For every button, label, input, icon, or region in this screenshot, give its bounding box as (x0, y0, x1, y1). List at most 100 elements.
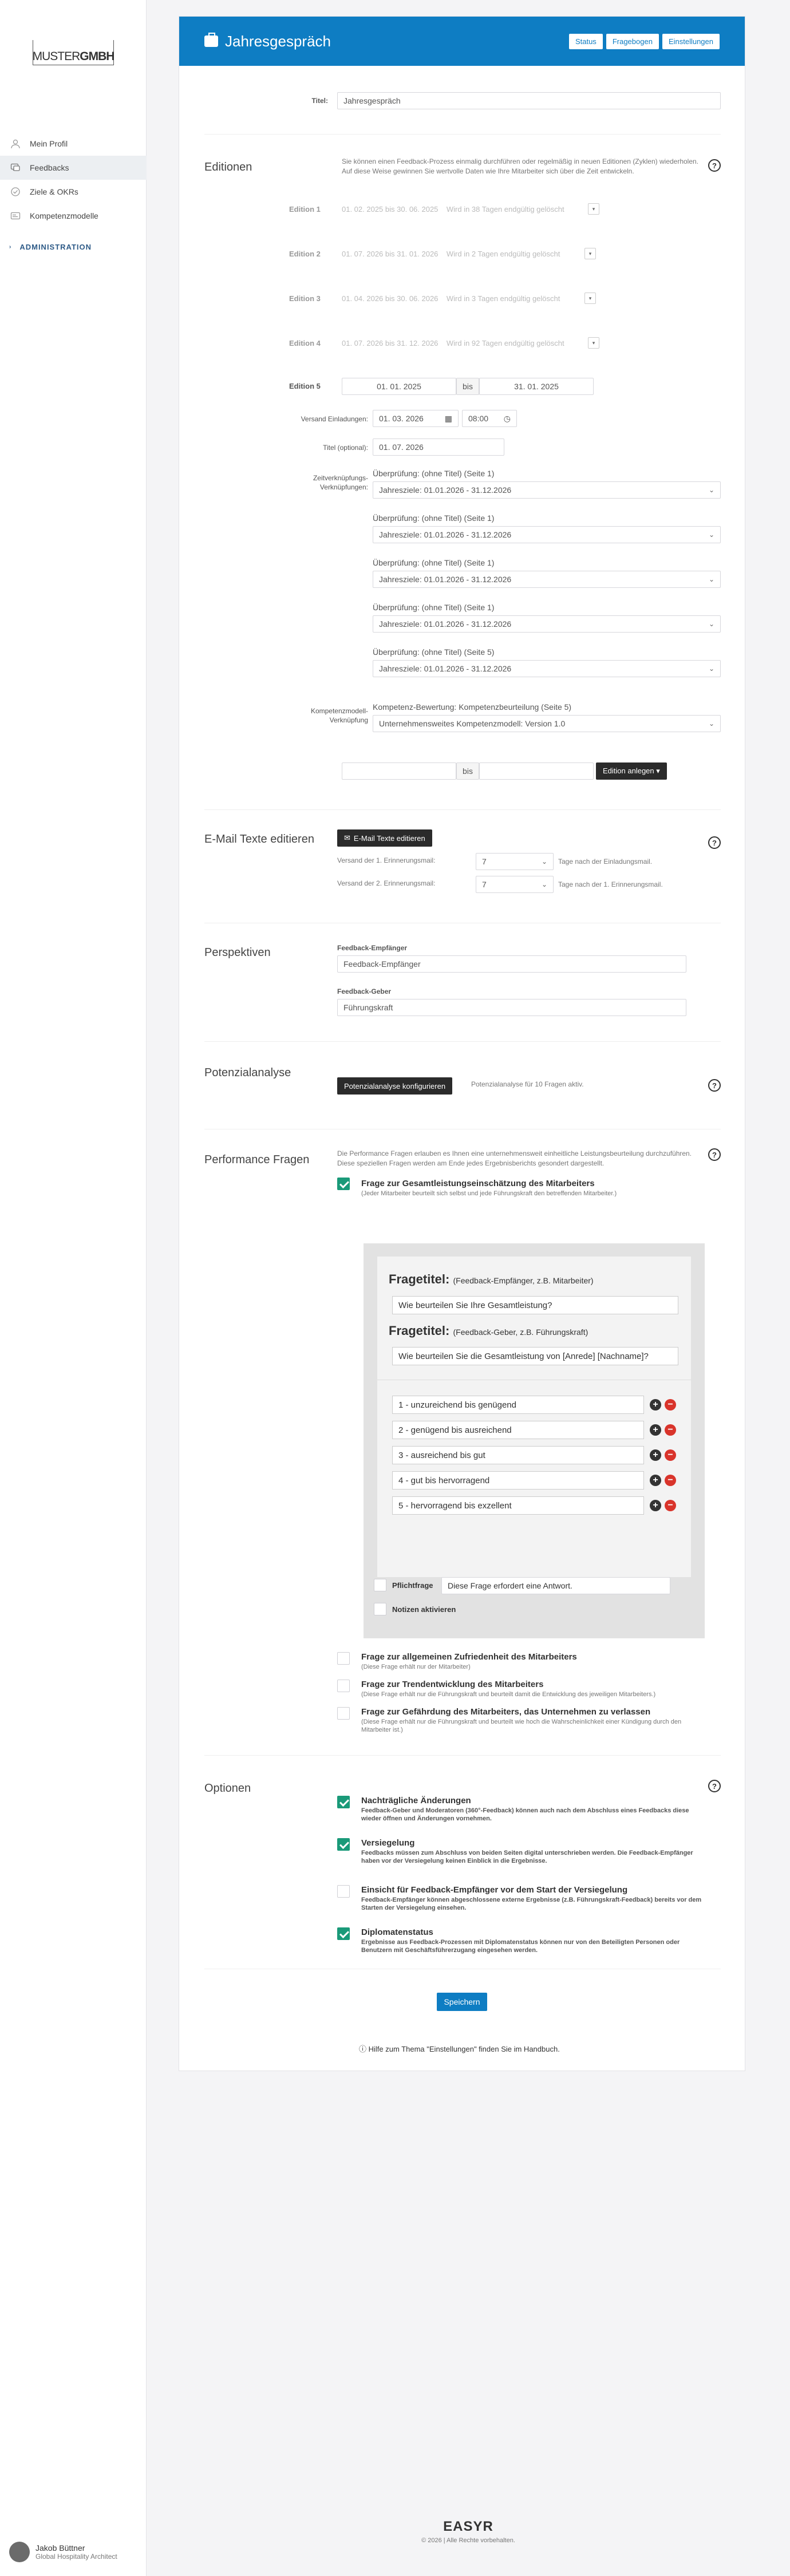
new-edition-from-input[interactable] (342, 762, 456, 780)
new-edition-to-input[interactable] (479, 762, 594, 780)
clock-icon[interactable]: ◷ (504, 414, 511, 424)
edition-to-input[interactable]: 31. 01. 2025 (479, 378, 594, 395)
link-select[interactable]: Jahresziele: 01.01.2026 - 31.12.2026 ⌄ (373, 526, 721, 543)
plus-icon[interactable]: + (650, 1449, 661, 1461)
notizen-checkbox[interactable] (374, 1603, 386, 1615)
nav-label: Mein Profil (30, 139, 68, 148)
plus-icon[interactable]: + (650, 1424, 661, 1436)
nav-item-profil[interactable]: Mein Profil (0, 132, 147, 156)
plus-icon[interactable]: + (650, 1399, 661, 1411)
pflicht-input[interactable]: Diese Frage erfordert eine Antwort. (441, 1577, 670, 1594)
versand-date-input[interactable]: 01. 03. 2026 ▦ (373, 410, 459, 427)
user-role: Global Hospitality Architect (35, 2553, 117, 2561)
empfaenger-input[interactable]: Feedback-Empfänger (337, 955, 686, 973)
nav-item-feedbacks[interactable]: Feedbacks (0, 156, 147, 180)
minus-icon[interactable]: − (665, 1449, 676, 1461)
fragetitel-1-sub: (Feedback-Empfänger, z.B. Mitarbeiter) (453, 1276, 594, 1285)
nav-label: Kompetenzmodelle (30, 211, 98, 220)
edition-menu-button[interactable]: ▾ (584, 248, 596, 259)
fragebogen-button[interactable]: Fragebogen (606, 33, 659, 49)
save-button[interactable]: Speichern (437, 1993, 487, 2011)
status-button[interactable]: Status (568, 33, 603, 49)
fragetitel-1-input[interactable]: Wie beurteilen Sie Ihre Gesamtleistung? (392, 1296, 678, 1314)
nav-item-kompetenz[interactable]: Kompetenzmodelle (0, 204, 147, 228)
titel-input[interactable]: Jahresgespräch (337, 92, 721, 109)
divider (204, 1755, 721, 1756)
link-label: Überprüfung: (ohne Titel) (Seite 5) (373, 647, 495, 657)
nav-admin-toggle[interactable]: › ADMINISTRATION (0, 235, 147, 259)
notizen-label: Notizen aktivieren (392, 1605, 456, 1614)
email-title: E-Mail Texte editieren (204, 833, 314, 846)
q3-checkbox[interactable] (337, 1680, 350, 1692)
link-select[interactable]: Jahresziele: 01.01.2026 - 31.12.2026 ⌄ (373, 615, 721, 633)
option-checkbox-diplomat[interactable] (337, 1927, 350, 1940)
email-edit-button[interactable]: ✉ E-Mail Texte editieren (337, 829, 432, 847)
kompetenz-select[interactable]: Unternehmensweites Kompetenzmodell: Vers… (373, 715, 721, 732)
edition-text: 01. 02. 2025 bis 30. 06. 2025 Wird in 38… (342, 205, 564, 214)
option-checkbox-einsicht[interactable] (337, 1885, 350, 1898)
footer-logo: EASYR (443, 2519, 493, 2534)
versand-time-input[interactable]: 08:00 ◷ (462, 410, 517, 427)
minus-icon[interactable]: − (665, 1475, 676, 1486)
link-value: Jahresziele: 01.01.2026 - 31.12.2026 (379, 530, 512, 539)
reminder-select[interactable]: 7 ⌄ (476, 876, 554, 893)
option-checkbox-versiegelung[interactable] (337, 1838, 350, 1851)
q2-checkbox[interactable] (337, 1652, 350, 1665)
minus-icon[interactable]: − (665, 1500, 676, 1511)
edition-menu-button[interactable]: ▾ (588, 203, 599, 215)
user-name: Jakob Büttner (35, 2543, 85, 2553)
q1-checkbox[interactable] (337, 1178, 350, 1190)
answer-option[interactable]: 1 - unzureichend bis genügend (392, 1396, 644, 1414)
briefcase-icon (204, 33, 218, 47)
link-value: Jahresziele: 01.01.2026 - 31.12.2026 (379, 485, 512, 495)
minus-icon[interactable]: − (665, 1424, 676, 1436)
optionen-title: Optionen (204, 1782, 251, 1795)
company-logo[interactable]: MUSTERGMBH (33, 40, 114, 65)
answer-option[interactable]: 5 - hervorragend bis exzellent (392, 1496, 644, 1515)
answer-option[interactable]: 4 - gut bis hervorragend (392, 1471, 644, 1490)
geber-input[interactable]: Führungskraft (337, 999, 686, 1016)
help-text-label: Hilfe zum Thema "Einstellungen" finden S… (368, 2045, 560, 2053)
answer-option[interactable]: 2 - genügend bis ausreichend (392, 1421, 644, 1439)
nav-label: Feedbacks (30, 163, 69, 172)
chevron-down-icon: ⌄ (541, 858, 547, 866)
option-checkbox-nachtraeglich[interactable] (337, 1796, 350, 1808)
fragetitel-2-label: Fragetitel: (Feedback-Geber, z.B. Führun… (389, 1323, 588, 1338)
id-card-icon (9, 210, 22, 222)
chevron-down-icon: ⌄ (541, 880, 547, 888)
einstellungen-button[interactable]: Einstellungen (662, 33, 720, 49)
fragetitel-2-input[interactable]: Wie beurteilen Sie die Gesamtleistung vo… (392, 1347, 678, 1365)
edition-menu-button[interactable]: ▾ (588, 337, 599, 349)
help-icon[interactable]: ? (708, 836, 721, 849)
titel-optional-input[interactable]: 01. 07. 2026 (373, 438, 504, 456)
plus-icon[interactable]: + (650, 1475, 661, 1486)
geber-label: Feedback-Geber (337, 987, 392, 995)
link-select[interactable]: Jahresziele: 01.01.2026 - 31.12.2026 ⌄ (373, 481, 721, 499)
edition-anlegen-button[interactable]: Edition anlegen ▾ (596, 762, 667, 780)
pflicht-checkbox[interactable] (374, 1579, 386, 1591)
link-value: Jahresziele: 01.01.2026 - 31.12.2026 (379, 575, 512, 584)
link-select[interactable]: Jahresziele: 01.01.2026 - 31.12.2026 ⌄ (373, 571, 721, 588)
answer-option[interactable]: 3 - ausreichend bis gut (392, 1446, 644, 1464)
minus-icon[interactable]: − (665, 1399, 676, 1411)
calendar-icon[interactable]: ▦ (445, 414, 452, 424)
question-panel-inner: Fragetitel: (Feedback-Empfänger, z.B. Mi… (377, 1257, 691, 1577)
admin-label: ADMINISTRATION (19, 242, 92, 251)
edition-from-input[interactable]: 01. 01. 2025 (342, 378, 456, 395)
link-select[interactable]: Jahresziele: 01.01.2026 - 31.12.2026 ⌄ (373, 660, 721, 677)
help-icon[interactable]: ? (708, 1148, 721, 1161)
help-icon[interactable]: ? (708, 159, 721, 172)
plus-icon[interactable]: + (650, 1500, 661, 1511)
potenzial-button[interactable]: Potenzialanalyse konfigurieren (337, 1077, 453, 1095)
q4-checkbox[interactable] (337, 1707, 350, 1720)
chevron-down-icon: ⌄ (708, 665, 714, 673)
help-icon[interactable]: ? (708, 1780, 721, 1792)
help-icon[interactable]: ? (708, 1079, 721, 1092)
performance-description: Die Performance Fragen erlauben es Ihnen… (337, 1149, 692, 1167)
help-text: ⓘ Hilfe zum Thema "Einstellungen" finden… (359, 2043, 560, 2054)
user-profile[interactable]: Jakob Büttner Global Hospitality Archite… (9, 2542, 117, 2562)
versand-label: Versand Einladungen: (301, 415, 368, 423)
nav-item-ziele[interactable]: Ziele & OKRs (0, 180, 147, 204)
reminder-select[interactable]: 7 ⌄ (476, 853, 554, 870)
edition-menu-button[interactable]: ▾ (584, 293, 596, 304)
